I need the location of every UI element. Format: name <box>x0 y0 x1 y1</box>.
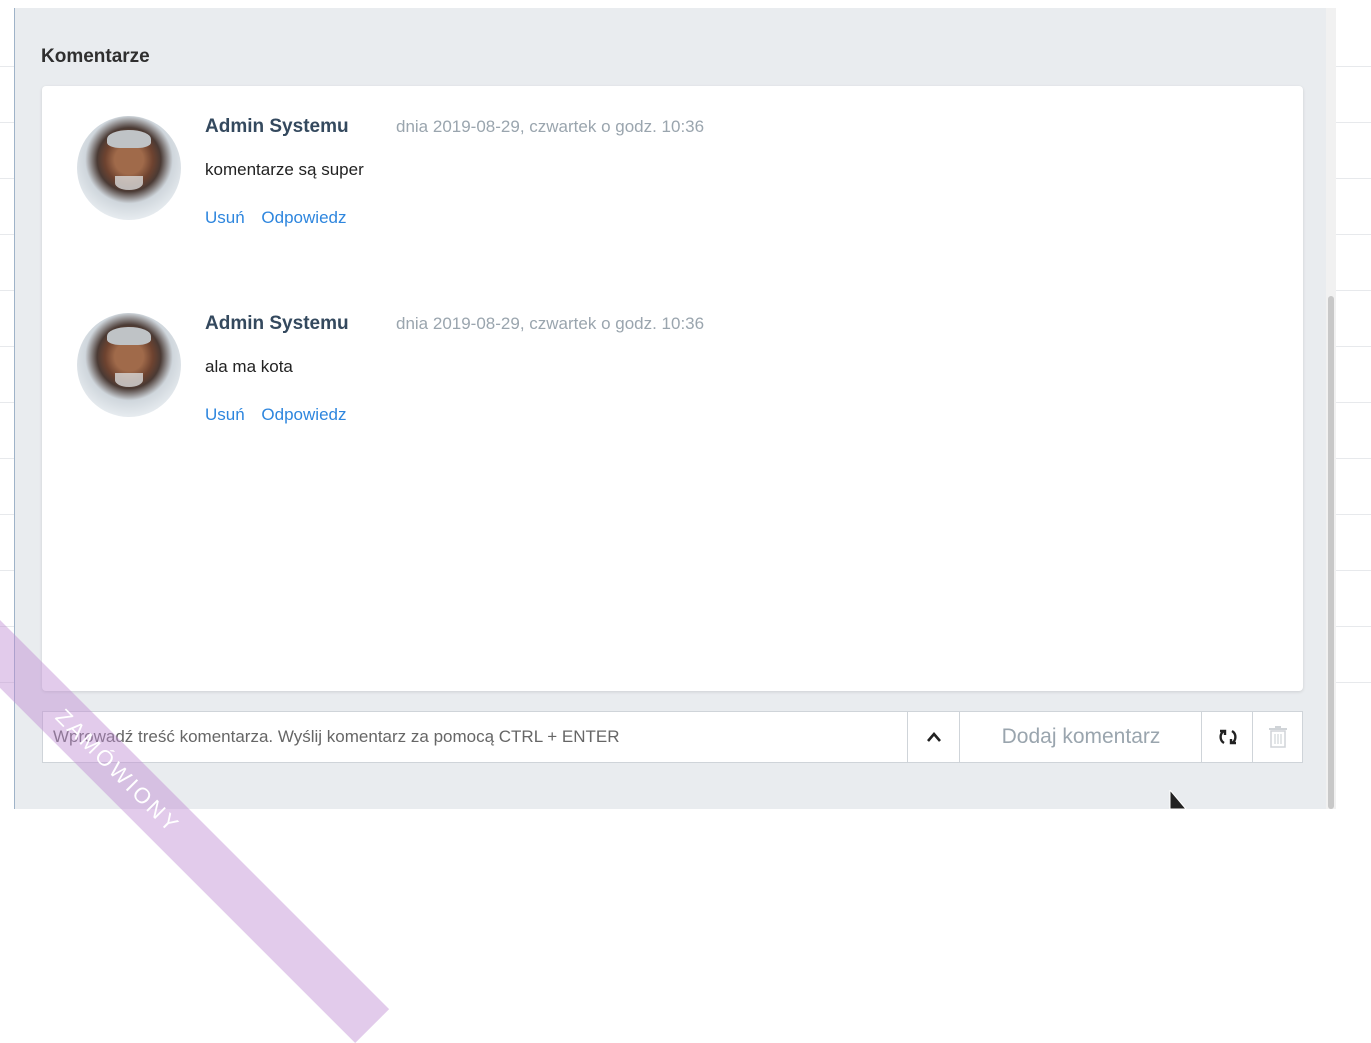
delete-button[interactable] <box>1252 712 1303 762</box>
section-title: Komentarze <box>41 46 150 67</box>
delete-comment-link[interactable]: Usuń <box>205 208 245 227</box>
comment-actions: Usuń Odpowiedz <box>205 208 358 228</box>
comment-text: ala ma kota <box>205 357 293 376</box>
comment-author: Admin Systemu <box>205 313 349 334</box>
avatar <box>77 116 181 220</box>
comments-panel: Komentarze Admin Systemu dnia 2019-08-29… <box>14 8 1336 809</box>
comment-input[interactable] <box>43 712 907 762</box>
chevron-up-icon <box>927 732 941 742</box>
comment-item: Admin Systemu dnia 2019-08-29, czwartek … <box>42 86 1303 228</box>
scrollbar-thumb[interactable] <box>1328 296 1334 809</box>
reply-comment-link[interactable]: Odpowiedz <box>261 405 346 424</box>
comments-list[interactable]: Admin Systemu dnia 2019-08-29, czwartek … <box>42 86 1303 691</box>
comment-date: dnia 2019-08-29, czwartek o godz. 10:36 <box>396 314 705 333</box>
comment-input-bar: Dodaj komentarz <box>42 711 1303 763</box>
add-comment-button[interactable]: Dodaj komentarz <box>959 712 1202 762</box>
avatar <box>77 313 181 417</box>
comment-text: komentarze są super <box>205 160 364 179</box>
delete-comment-link[interactable]: Usuń <box>205 405 245 424</box>
mouse-cursor-icon <box>1169 790 1188 810</box>
comment-author: Admin Systemu <box>205 116 349 137</box>
refresh-icon <box>1218 729 1237 745</box>
refresh-button[interactable] <box>1201 712 1253 762</box>
trash-icon <box>1269 726 1287 748</box>
comment-date: dnia 2019-08-29, czwartek o godz. 10:36 <box>396 117 705 136</box>
reply-comment-link[interactable]: Odpowiedz <box>261 208 346 227</box>
comment-actions: Usuń Odpowiedz <box>205 405 358 425</box>
comment-item: Admin Systemu dnia 2019-08-29, czwartek … <box>42 283 1303 425</box>
expand-input-button[interactable] <box>907 712 960 762</box>
